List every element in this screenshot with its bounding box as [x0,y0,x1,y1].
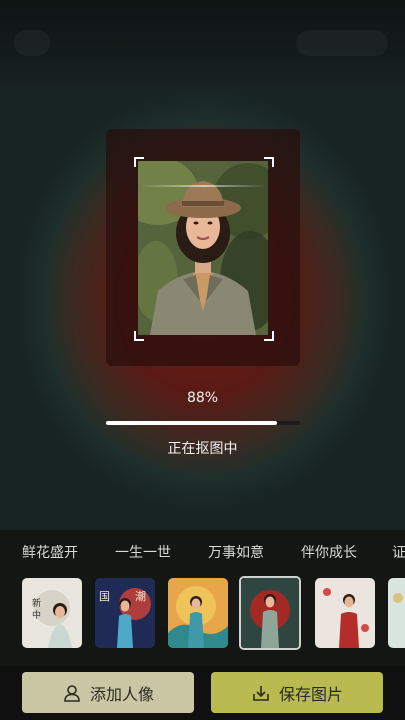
template-thumb-selected[interactable] [239,576,301,650]
svg-text:潮: 潮 [135,589,146,603]
progress-bar [106,421,300,425]
add-portrait-button[interactable]: 添加人像 [22,672,194,713]
template-thumb[interactable] [315,578,375,648]
download-icon [251,683,271,703]
top-bar [0,0,405,90]
svg-text:中: 中 [32,609,41,621]
template-thumb[interactable] [168,578,228,648]
crop-corner-bottom-left [134,331,144,341]
tab-category-4[interactable]: 伴你成长 [301,542,357,562]
progress-bar-fill [106,421,277,425]
template-thumb[interactable] [388,578,405,648]
person-icon [62,683,82,703]
template-thumb[interactable]: 新 中 [22,578,82,648]
bottom-action-bar: 添加人像 保存图片 [0,666,405,720]
tab-category-3[interactable]: 万事如意 [208,542,264,562]
status-text: 正在抠图中 [167,441,238,457]
tab-category-1[interactable]: 鲜花盛开 [22,542,78,562]
crop-corner-bottom-right [264,331,274,341]
portrait-photo [138,161,268,335]
crop-corner-top-right [264,157,274,167]
tab-category-5[interactable]: 证 [392,542,405,562]
template-list: 新 中 国 潮 [0,576,405,652]
svg-text:国: 国 [99,590,110,603]
save-image-label: 保存图片 [278,684,343,704]
template-thumb[interactable]: 国 潮 [95,578,155,648]
add-portrait-label: 添加人像 [89,684,154,704]
category-tabs: 鲜花盛开 一生一世 万事如意 伴你成长 证 [0,542,405,566]
crop-corner-top-left [134,157,144,167]
progress-percent: 88% [186,390,219,406]
save-image-button[interactable]: 保存图片 [211,672,383,713]
tab-category-2[interactable]: 一生一世 [115,542,171,562]
svg-text:新: 新 [32,597,41,609]
scan-line [140,185,266,187]
